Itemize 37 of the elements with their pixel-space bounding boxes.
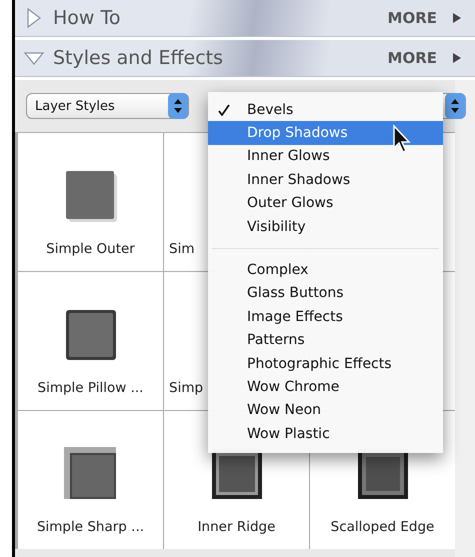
menu-item[interactable]: Inner Glows: [208, 144, 443, 168]
style-label: Simple Sharp ...: [36, 519, 144, 535]
section-header[interactable]: Styles and Effects MORE: [15, 40, 475, 77]
menu-item[interactable]: Drop Shadows: [208, 121, 443, 145]
menu-item[interactable]: Inner Shadows: [208, 168, 443, 192]
style-label: Simple Pillow ...: [38, 380, 144, 396]
type-select[interactable]: Layer Styles: [26, 93, 189, 119]
menu-item[interactable]: Outer Glows: [208, 192, 443, 215]
menu-item[interactable]: Visibility: [208, 214, 443, 238]
style-label: Simp: [169, 380, 204, 396]
more-link[interactable]: MORE: [388, 49, 437, 67]
style-tile[interactable]: Simple Sharp ...: [18, 411, 163, 549]
section-header[interactable]: How To MORE: [15, 0, 475, 37]
style-tile[interactable]: Simple Outer: [18, 133, 163, 271]
menu-item[interactable]: Image Effects: [208, 305, 443, 329]
menu-item[interactable]: Bevels: [208, 98, 443, 122]
style-swatch-icon: [64, 447, 118, 501]
menu-item[interactable]: Photographic Effects: [208, 352, 443, 376]
style-swatch-icon: [64, 308, 118, 362]
menu-item[interactable]: Wow Chrome: [208, 375, 443, 399]
style-swatch-icon: [64, 169, 118, 223]
style-label: Simple Outer: [46, 241, 135, 257]
more-link[interactable]: MORE: [388, 9, 437, 27]
mouse-pointer-icon: [392, 124, 412, 154]
section-title: How To: [53, 7, 122, 29]
style-label: Sim: [169, 241, 194, 257]
arrow-right-icon: [453, 53, 461, 63]
arrow-right-icon: [453, 13, 461, 23]
menu-item[interactable]: Complex: [208, 258, 443, 282]
menu-item[interactable]: Patterns: [208, 328, 443, 352]
menu-item[interactable]: Glass Buttons: [208, 282, 443, 306]
style-label: Scalloped Edge: [330, 519, 434, 535]
style-label: Inner Ridge: [198, 519, 276, 535]
style-tile[interactable]: Simple Pillow ...: [18, 272, 163, 410]
section-title: Styles and Effects: [53, 47, 224, 69]
stepper-icon: [168, 93, 188, 119]
stepper-icon: [445, 93, 465, 119]
